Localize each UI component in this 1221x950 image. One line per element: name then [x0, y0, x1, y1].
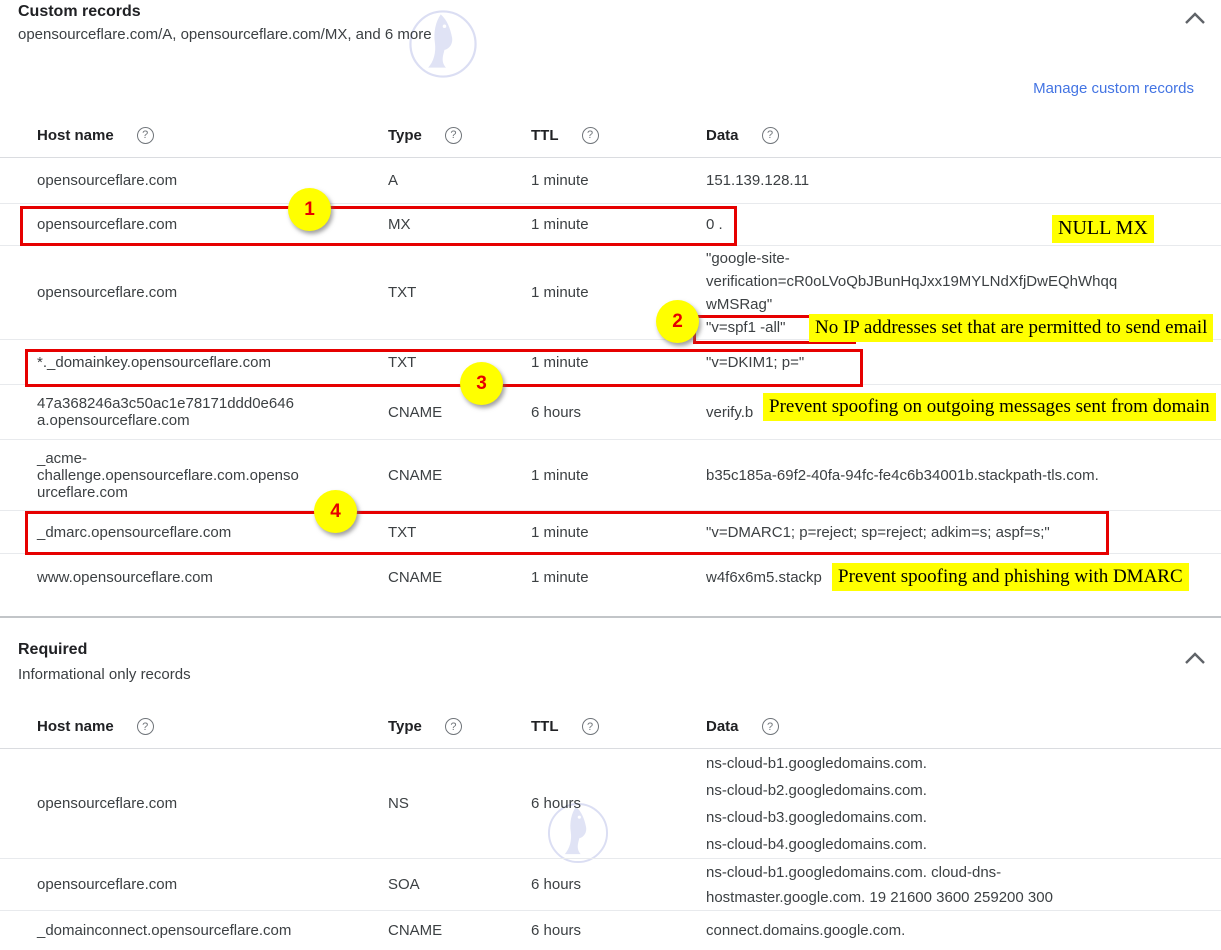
type-cell: TXT: [388, 284, 531, 301]
chevron-up-icon[interactable]: [1183, 650, 1207, 668]
table-row: _domainconnect.opensourceflare.com CNAME…: [0, 911, 1221, 950]
type-label: Type: [388, 718, 422, 735]
table-row: _acme- challenge.opensourceflare.com.ope…: [0, 440, 1221, 511]
ttl-cell: 1 minute: [531, 524, 706, 541]
custom-records-subtitle: opensourceflare.com/A, opensourceflare.c…: [18, 26, 432, 43]
host-cell: *._domainkey.opensourceflare.com: [37, 354, 388, 371]
type-cell: SOA: [388, 876, 531, 893]
type-header: Type ?: [388, 127, 531, 144]
help-icon[interactable]: ?: [445, 127, 462, 144]
ttl-cell: 6 hours: [531, 876, 706, 893]
data-cell: "v=DMARC1; p=reject; sp=reject; adkim=s;…: [706, 521, 1203, 544]
required-records-table: Host name ? Type ? TTL ? Data ? opensour…: [0, 705, 1221, 950]
callout-4: 4: [314, 490, 357, 533]
ttl-cell: 6 hours: [531, 795, 706, 812]
table-row: opensourceflare.com A 1 minute 151.139.1…: [0, 158, 1221, 204]
help-icon[interactable]: ?: [582, 127, 599, 144]
table-row: opensourceflare.com NS 6 hours ns-cloud-…: [0, 749, 1221, 859]
highlight-dkim-note: Prevent spoofing on outgoing messages se…: [763, 393, 1216, 421]
ttl-cell: 1 minute: [531, 284, 706, 301]
ttl-cell: 1 minute: [531, 569, 706, 586]
ttl-label: TTL: [531, 718, 559, 735]
ttl-cell: 1 minute: [531, 354, 706, 371]
host-cell: 47a368246a3c50ac1e78171ddd0e646 a.openso…: [37, 395, 388, 429]
host-cell: opensourceflare.com: [37, 795, 388, 812]
table-header-row: Host name ? Type ? TTL ? Data ?: [0, 705, 1221, 749]
host-name-label: Host name: [37, 127, 114, 144]
type-header: Type ?: [388, 718, 531, 735]
type-cell: TXT: [388, 354, 531, 371]
data-label: Data: [706, 127, 739, 144]
data-label: Data: [706, 718, 739, 735]
ttl-cell: 1 minute: [531, 467, 706, 484]
data-header: Data ?: [706, 718, 1203, 735]
section-divider: [0, 616, 1221, 618]
ttl-cell: 6 hours: [531, 404, 706, 421]
data-header: Data ?: [706, 127, 1203, 144]
host-name-header: Host name ?: [37, 127, 388, 144]
host-cell: www.opensourceflare.com: [37, 569, 388, 586]
custom-records-table: Host name ? Type ? TTL ? Data ? opensour…: [0, 113, 1221, 600]
data-cell: "v=DKIM1; p=": [706, 351, 1203, 374]
table-row: _dmarc.opensourceflare.com TXT 1 minute …: [0, 511, 1221, 554]
type-label: Type: [388, 127, 422, 144]
type-cell: CNAME: [388, 569, 531, 586]
host-name-header: Host name ?: [37, 718, 388, 735]
host-cell: opensourceflare.com: [37, 172, 388, 189]
highlight-null-mx: NULL MX: [1052, 215, 1154, 243]
watermark-logo: [406, 7, 480, 81]
help-icon[interactable]: ?: [137, 127, 154, 144]
highlight-dmarc-note: Prevent spoofing and phishing with DMARC: [832, 563, 1189, 591]
type-cell: MX: [388, 216, 531, 233]
manage-custom-records-link[interactable]: Manage custom records: [1033, 80, 1194, 97]
help-icon[interactable]: ?: [762, 718, 779, 735]
ttl-cell: 6 hours: [531, 922, 706, 939]
data-cell: b35c185a-69f2-40fa-94fc-fe4c6b34001b.sta…: [706, 464, 1203, 487]
ttl-label: TTL: [531, 127, 559, 144]
type-cell: A: [388, 172, 531, 189]
host-cell: opensourceflare.com: [37, 876, 388, 893]
ttl-header: TTL ?: [531, 718, 706, 735]
type-cell: TXT: [388, 524, 531, 541]
host-cell: opensourceflare.com: [37, 216, 388, 233]
data-cell: connect.domains.google.com.: [706, 919, 1203, 942]
host-cell: _domainconnect.opensourceflare.com: [37, 922, 388, 939]
type-cell: CNAME: [388, 404, 531, 421]
host-cell: opensourceflare.com: [37, 284, 388, 301]
help-icon[interactable]: ?: [582, 718, 599, 735]
custom-records-title: Custom records: [18, 3, 141, 21]
ttl-cell: 1 minute: [531, 216, 706, 233]
type-cell: CNAME: [388, 467, 531, 484]
ttl-header: TTL ?: [531, 127, 706, 144]
help-icon[interactable]: ?: [762, 127, 779, 144]
required-subtitle: Informational only records: [18, 666, 191, 683]
highlight-spf-note: No IP addresses set that are permitted t…: [809, 314, 1213, 342]
required-title: Required: [18, 641, 87, 659]
data-cell: ns-cloud-b1.googledomains.com. cloud-dns…: [706, 860, 1203, 910]
callout-3: 3: [460, 362, 503, 405]
help-icon[interactable]: ?: [445, 718, 462, 735]
callout-2: 2: [656, 300, 699, 343]
ttl-cell: 1 minute: [531, 172, 706, 189]
dns-records-page: Custom records opensourceflare.com/A, op…: [0, 0, 1221, 950]
data-cell: ns-cloud-b1.googledomains.com. ns-cloud-…: [706, 750, 1203, 858]
callout-1: 1: [288, 188, 331, 231]
type-cell: CNAME: [388, 922, 531, 939]
host-name-label: Host name: [37, 718, 114, 735]
table-row: *._domainkey.opensourceflare.com TXT 1 m…: [0, 340, 1221, 385]
help-icon[interactable]: ?: [137, 718, 154, 735]
chevron-up-icon[interactable]: [1183, 10, 1207, 28]
data-cell: 151.139.128.11: [706, 169, 1203, 192]
table-row: opensourceflare.com SOA 6 hours ns-cloud…: [0, 859, 1221, 911]
table-row: opensourceflare.com MX 1 minute 0 .: [0, 204, 1221, 246]
table-header-row: Host name ? Type ? TTL ? Data ?: [0, 113, 1221, 158]
type-cell: NS: [388, 795, 531, 812]
